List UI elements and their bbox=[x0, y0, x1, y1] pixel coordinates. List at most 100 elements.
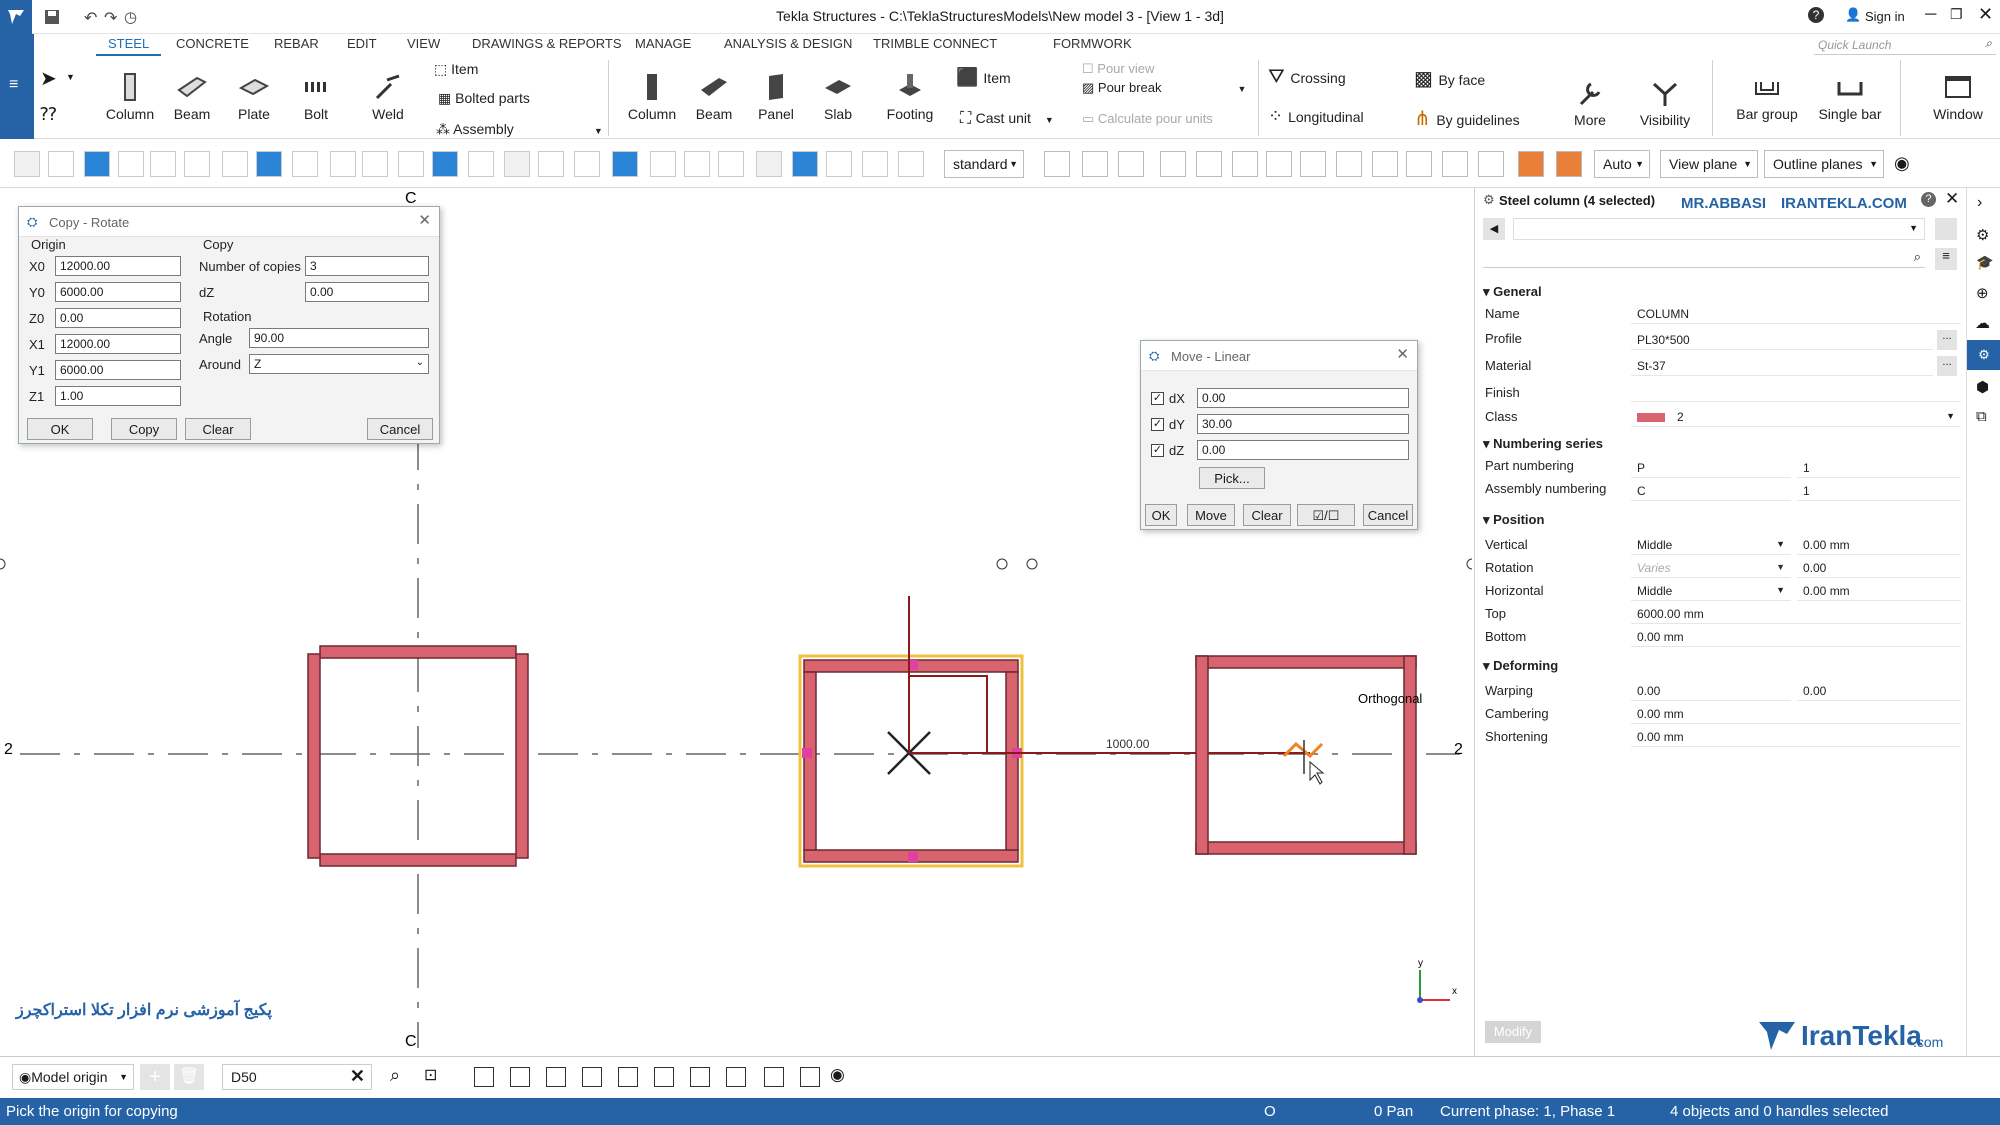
rotate-copy-icon[interactable] bbox=[504, 151, 530, 177]
rotation-offset-field[interactable]: 0.00 bbox=[1797, 558, 1961, 578]
close-icon[interactable]: ✕ bbox=[1396, 345, 1409, 363]
rebar-icon[interactable] bbox=[612, 151, 638, 177]
steel-column-button[interactable]: Column bbox=[102, 72, 158, 122]
close-icon[interactable]: ✕ bbox=[418, 211, 431, 229]
side-menu-strip[interactable]: ≡ bbox=[0, 34, 34, 139]
snap-x-icon[interactable] bbox=[1300, 151, 1326, 177]
eye-icon[interactable]: ◉ bbox=[1894, 153, 1910, 174]
by-guidelines-button[interactable]: ⋔ By guidelines bbox=[1414, 106, 1520, 131]
dy-input[interactable]: 30.00 bbox=[1197, 414, 1409, 434]
selection-filter-dropdown[interactable]: standard ▼ bbox=[944, 150, 1024, 178]
grid-icon[interactable] bbox=[118, 151, 144, 177]
single-bar-button[interactable]: Single bar bbox=[1812, 72, 1888, 122]
slab-button[interactable]: Slab bbox=[810, 72, 866, 122]
select-dropdown-icon[interactable]: ▼ bbox=[66, 72, 75, 82]
grid-dots-icon[interactable] bbox=[292, 151, 318, 177]
tab-edit[interactable]: EDIT bbox=[347, 36, 377, 51]
snap-midpoint-icon[interactable] bbox=[1372, 151, 1398, 177]
hamburger-icon[interactable]: ≡ bbox=[9, 76, 18, 94]
finish-field[interactable] bbox=[1631, 382, 1961, 402]
ok-button[interactable]: OK bbox=[27, 418, 93, 440]
dx-input[interactable]: 0.00 bbox=[1197, 388, 1409, 408]
window-button[interactable]: Window bbox=[1920, 72, 1996, 122]
snap-arrow-icon[interactable] bbox=[800, 1067, 820, 1087]
dz-input[interactable]: 0.00 bbox=[1197, 440, 1409, 460]
save-properties-button[interactable] bbox=[1935, 218, 1957, 240]
settings-icon[interactable]: ⚙ bbox=[1976, 226, 1989, 244]
snap-arrow-icon[interactable] bbox=[1478, 151, 1504, 177]
auto-dropdown[interactable]: Auto ▼ bbox=[1594, 150, 1650, 178]
concrete-column-button[interactable]: Column bbox=[624, 72, 680, 122]
green-tree-icon[interactable] bbox=[756, 151, 782, 177]
zoom-icon[interactable] bbox=[898, 151, 924, 177]
copy-button[interactable]: Copy bbox=[111, 418, 177, 440]
pattern-icon[interactable] bbox=[1044, 151, 1070, 177]
properties-tab-icon[interactable]: ⚙ bbox=[1967, 340, 2000, 370]
learning-icon[interactable]: 🎓 bbox=[1976, 254, 1993, 271]
toggle-checkboxes-button[interactable]: ☑/☐ bbox=[1297, 504, 1355, 526]
snap-x-icon[interactable] bbox=[474, 1067, 494, 1087]
snap-triangle-icon[interactable] bbox=[582, 1067, 602, 1087]
search-icon[interactable]: ⌕ bbox=[390, 1065, 400, 1086]
properties-filter-select[interactable]: ▼ bbox=[1513, 218, 1925, 240]
x1-input[interactable]: 12000.00 bbox=[55, 334, 181, 354]
minimize-icon[interactable]: ─ bbox=[1925, 6, 1936, 24]
tab-view[interactable]: VIEW bbox=[407, 36, 440, 51]
visibility-button[interactable]: Visibility bbox=[1632, 78, 1698, 128]
snap-circle-icon[interactable] bbox=[546, 1067, 566, 1087]
model-origin-dropdown[interactable]: ◉Model origin ▼ bbox=[12, 1064, 134, 1090]
snap-orange-icon[interactable] bbox=[1556, 151, 1582, 177]
snap-hourglass-icon[interactable] bbox=[1442, 151, 1468, 177]
angle-input[interactable]: 90.00 bbox=[249, 328, 429, 348]
view-plane-dropdown[interactable]: View plane ▼ bbox=[1660, 150, 1758, 178]
clear-button[interactable]: Clear bbox=[185, 418, 251, 440]
snap-x-icon[interactable] bbox=[618, 1067, 638, 1087]
sign-in-link[interactable]: Sign in bbox=[1865, 9, 1905, 24]
profile-field[interactable]: PL30*500 bbox=[1631, 330, 1933, 350]
triangle-icon[interactable] bbox=[48, 151, 74, 177]
zoom-selected-icon[interactable]: ⊡ bbox=[424, 1065, 437, 1085]
points-icon[interactable] bbox=[150, 151, 176, 177]
more-button[interactable]: More bbox=[1562, 78, 1618, 128]
ok-button[interactable]: OK bbox=[1145, 504, 1177, 526]
number-of-copies-input[interactable]: 3 bbox=[305, 256, 429, 276]
window-icon[interactable] bbox=[398, 151, 424, 177]
z1-input[interactable]: 1.00 bbox=[55, 386, 181, 406]
move-linear-title-bar[interactable]: Move - Linear bbox=[1141, 341, 1417, 371]
select-arrow-icon[interactable]: ➤ bbox=[40, 66, 57, 91]
snap-triangle-icon[interactable] bbox=[1266, 151, 1292, 177]
close-icon[interactable]: ✕ bbox=[1945, 189, 1959, 209]
longitudinal-button[interactable]: ⁘ Longitudinal bbox=[1268, 106, 1364, 127]
bottom-field[interactable]: 0.00 mm bbox=[1631, 627, 1961, 647]
list-view-button[interactable]: ≡ bbox=[1935, 248, 1957, 270]
copy-rotate-title-bar[interactable]: Copy - Rotate bbox=[19, 207, 439, 237]
tab-rebar[interactable]: REBAR bbox=[274, 36, 319, 51]
x0-input[interactable]: 12000.00 bbox=[55, 256, 181, 276]
back-button[interactable]: ◀ bbox=[1483, 218, 1505, 240]
quick-launch-input[interactable]: Quick Launch ⌕ bbox=[1814, 35, 1996, 55]
align-right-icon[interactable] bbox=[468, 151, 494, 177]
snap-curve-icon[interactable] bbox=[1406, 151, 1432, 177]
bolted-parts-button[interactable]: ▦ Bolted parts bbox=[438, 90, 530, 107]
help-cursor-icon[interactable]: ⁇ bbox=[40, 104, 57, 125]
tab-steel[interactable]: STEEL bbox=[95, 36, 162, 56]
snap-icon[interactable] bbox=[330, 151, 356, 177]
warping-end-field[interactable]: 0.00 bbox=[1797, 681, 1961, 701]
copy-dz-input[interactable]: 0.00 bbox=[305, 282, 429, 302]
cut-icon[interactable] bbox=[362, 151, 388, 177]
assembly-button[interactable]: ⁂ Assembly ▼ bbox=[436, 121, 603, 138]
components-icon[interactable]: ⧉ bbox=[1976, 408, 1987, 425]
help-icon[interactable]: ? bbox=[1808, 7, 1824, 23]
position-section-header[interactable]: ▾ Position bbox=[1483, 512, 1544, 528]
y1-input[interactable]: 6000.00 bbox=[55, 360, 181, 380]
snap-orange-icon[interactable] bbox=[1518, 151, 1544, 177]
edit-icon[interactable] bbox=[718, 151, 744, 177]
eye-icon[interactable] bbox=[1118, 151, 1144, 177]
cancel-button[interactable]: Cancel bbox=[1363, 504, 1413, 526]
cancel-button[interactable]: Cancel bbox=[367, 418, 433, 440]
snap-corner-icon[interactable] bbox=[1336, 151, 1362, 177]
y0-input[interactable]: 6000.00 bbox=[55, 282, 181, 302]
modify-button[interactable]: Modify bbox=[1485, 1021, 1541, 1043]
bolt-button[interactable]: Bolt bbox=[288, 72, 344, 122]
pick-arrow-icon[interactable] bbox=[1082, 151, 1108, 177]
